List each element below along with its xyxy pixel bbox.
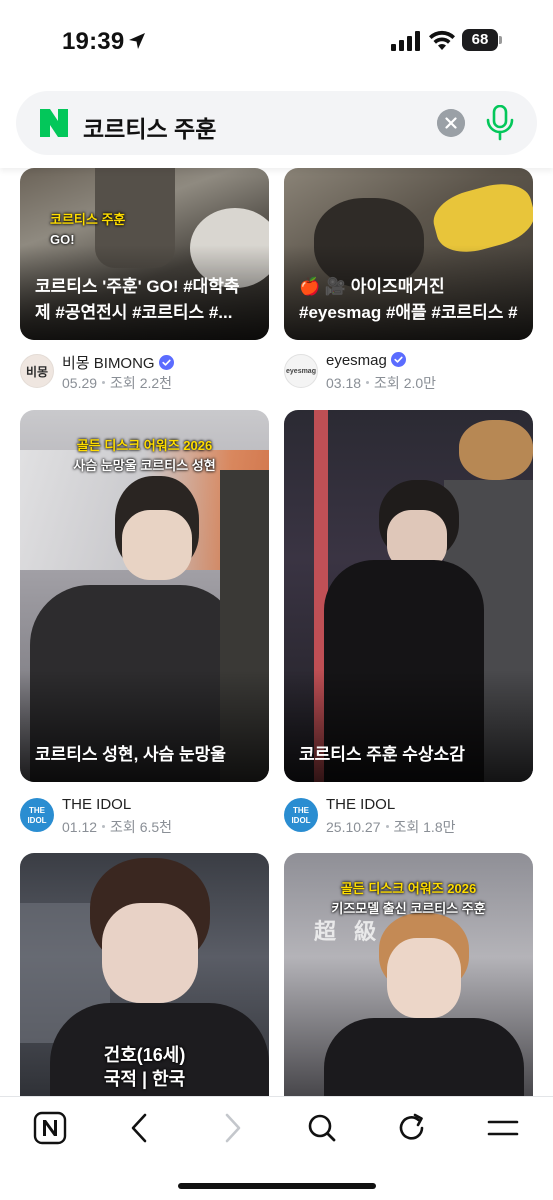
video-stats: 03.18 조회 2.0만	[326, 373, 436, 393]
face-shape	[387, 938, 461, 1018]
status-time: 19:39	[62, 28, 125, 55]
channel-name-text: 비몽 BIMONG	[62, 355, 155, 372]
menu-icon[interactable]	[483, 1111, 523, 1145]
wifi-icon	[429, 30, 455, 50]
jacket-shape	[324, 1018, 524, 1096]
channel-name[interactable]: 비몽 BIMONG	[62, 352, 174, 373]
face-shape	[122, 510, 192, 580]
battery-level: 68	[471, 31, 489, 48]
channel-name-text: eyesmag	[326, 352, 387, 369]
separator-dot	[102, 381, 106, 384]
view-count: 조회 1.8만	[393, 819, 456, 835]
video-title: 코르티스 '주훈' GO! #대학축제 #공연전시 #코르티스 #...	[35, 277, 240, 322]
video-thumbnail[interactable]: 건호(16세) 국적 | 한국	[20, 853, 269, 1096]
video-meta: eyesmag eyesmag 03.18 조회 2.0만	[284, 352, 533, 396]
clear-icon[interactable]	[437, 109, 465, 137]
video-stats: 01.12 조회 6.5천	[62, 817, 172, 837]
channel-name-text: THE IDOL	[326, 796, 396, 813]
channel-avatar-label: THE IDOL	[27, 806, 47, 825]
refresh-icon[interactable]	[392, 1111, 432, 1145]
video-thumbnail[interactable]: 코르티스 주훈 GO! 코르티스 '주훈' GO! #대학축제 #공연전시 #코…	[20, 168, 269, 340]
channel-name[interactable]: THE IDOL	[62, 796, 131, 813]
channel-avatar-label: eyesmag	[286, 368, 316, 375]
channel-name[interactable]: THE IDOL	[326, 796, 395, 813]
thumbnail-caption: 사슴 눈망울 코르티스 성현	[73, 458, 216, 473]
view-count: 조회 6.5천	[110, 819, 173, 835]
battery-indicator: 68	[462, 29, 502, 51]
video-meta: THE IDOL THE IDOL 25.10.27 조회 1.8만	[284, 796, 533, 840]
separator-dot	[102, 825, 106, 828]
search-input[interactable]: 코르티스 주훈	[83, 110, 216, 144]
verified-badge-icon	[390, 352, 406, 367]
view-count: 조회 2.2천	[110, 375, 173, 391]
upload-date: 25.10.27	[326, 819, 381, 835]
thumbnail-caption: 超 級	[314, 919, 383, 944]
face-shape	[102, 903, 198, 1003]
thumbnail-caption: 골든 디스크 어워즈 2026	[340, 881, 477, 896]
cellular-signal-icon	[391, 31, 420, 51]
video-thumbnail[interactable]: 코르티스 주훈 수상소감	[284, 410, 533, 782]
thumbnail-caption: 코르티스 주훈	[50, 212, 126, 227]
verified-badge-icon	[158, 355, 174, 370]
video-title: 코르티스 주훈 수상소감	[299, 745, 465, 764]
microphone-icon[interactable]	[483, 105, 517, 141]
forward-arrow-icon[interactable]	[212, 1111, 252, 1145]
thumbnail-caption: 국적 | 한국	[103, 1069, 186, 1089]
video-title: 코르티스 성현, 사슴 눈망울	[35, 745, 226, 764]
thumbnail-caption: 골든 디스크 어워즈 2026	[76, 438, 213, 453]
battery-cap	[499, 36, 502, 44]
naver-logo-icon[interactable]	[40, 109, 68, 137]
video-stats: 05.29 조회 2.2천	[62, 373, 172, 393]
channel-avatar[interactable]: THE IDOL	[284, 798, 318, 832]
video-thumbnail[interactable]: 골든 디스크 어워즈 2026 키즈모델 출신 코르티스 주훈 超 級	[284, 853, 533, 1096]
channel-avatar[interactable]: THE IDOL	[20, 798, 54, 832]
location-arrow-icon	[129, 33, 145, 49]
thumbnail-caption: 건호(16세)	[103, 1045, 186, 1065]
search-header: 코르티스 주훈	[0, 82, 553, 168]
home-indicator[interactable]	[178, 1183, 376, 1189]
view-count: 조회 2.0만	[374, 375, 437, 391]
back-arrow-icon[interactable]	[120, 1111, 160, 1145]
separator-dot	[366, 381, 370, 384]
channel-avatar[interactable]: 비몽	[20, 354, 54, 388]
video-thumbnail[interactable]: 🍎 🎥 아이즈매거진 #eyesmag #애플 #코르티스 #제...	[284, 168, 533, 340]
hair-shape	[459, 420, 533, 480]
video-feed: 코르티스 주훈 GO! 코르티스 '주훈' GO! #대학축제 #공연전시 #코…	[0, 168, 553, 1096]
video-thumbnail[interactable]: 골든 디스크 어워즈 2026 사슴 눈망울 코르티스 성현 코르티스 성현, …	[20, 410, 269, 782]
thumbnail-caption: 키즈모델 출신 코르티스 주훈	[331, 901, 486, 916]
channel-name[interactable]: eyesmag	[326, 352, 406, 369]
naver-home-icon[interactable]	[30, 1111, 70, 1145]
channel-avatar[interactable]: eyesmag	[284, 354, 318, 388]
separator-dot	[385, 825, 389, 828]
channel-avatar-label: THE IDOL	[291, 806, 311, 825]
video-meta: 비몽 비몽 BIMONG 05.29 조회 2.2천	[20, 352, 269, 396]
video-title: 🍎 🎥 아이즈매거진 #eyesmag #애플 #코르티스 #제...	[299, 277, 518, 322]
channel-avatar-label: 비몽	[25, 365, 49, 379]
upload-date: 01.12	[62, 819, 98, 835]
search-bar[interactable]: 코르티스 주훈	[16, 91, 537, 155]
channel-name-text: THE IDOL	[62, 796, 132, 813]
status-bar: 19:39 68	[0, 0, 553, 82]
upload-date: 03.18	[326, 375, 362, 391]
video-meta: THE IDOL THE IDOL 01.12 조회 6.5천	[20, 796, 269, 840]
video-stats: 25.10.27 조회 1.8만	[326, 817, 456, 837]
search-icon[interactable]	[302, 1111, 342, 1145]
upload-date: 05.29	[62, 375, 98, 391]
